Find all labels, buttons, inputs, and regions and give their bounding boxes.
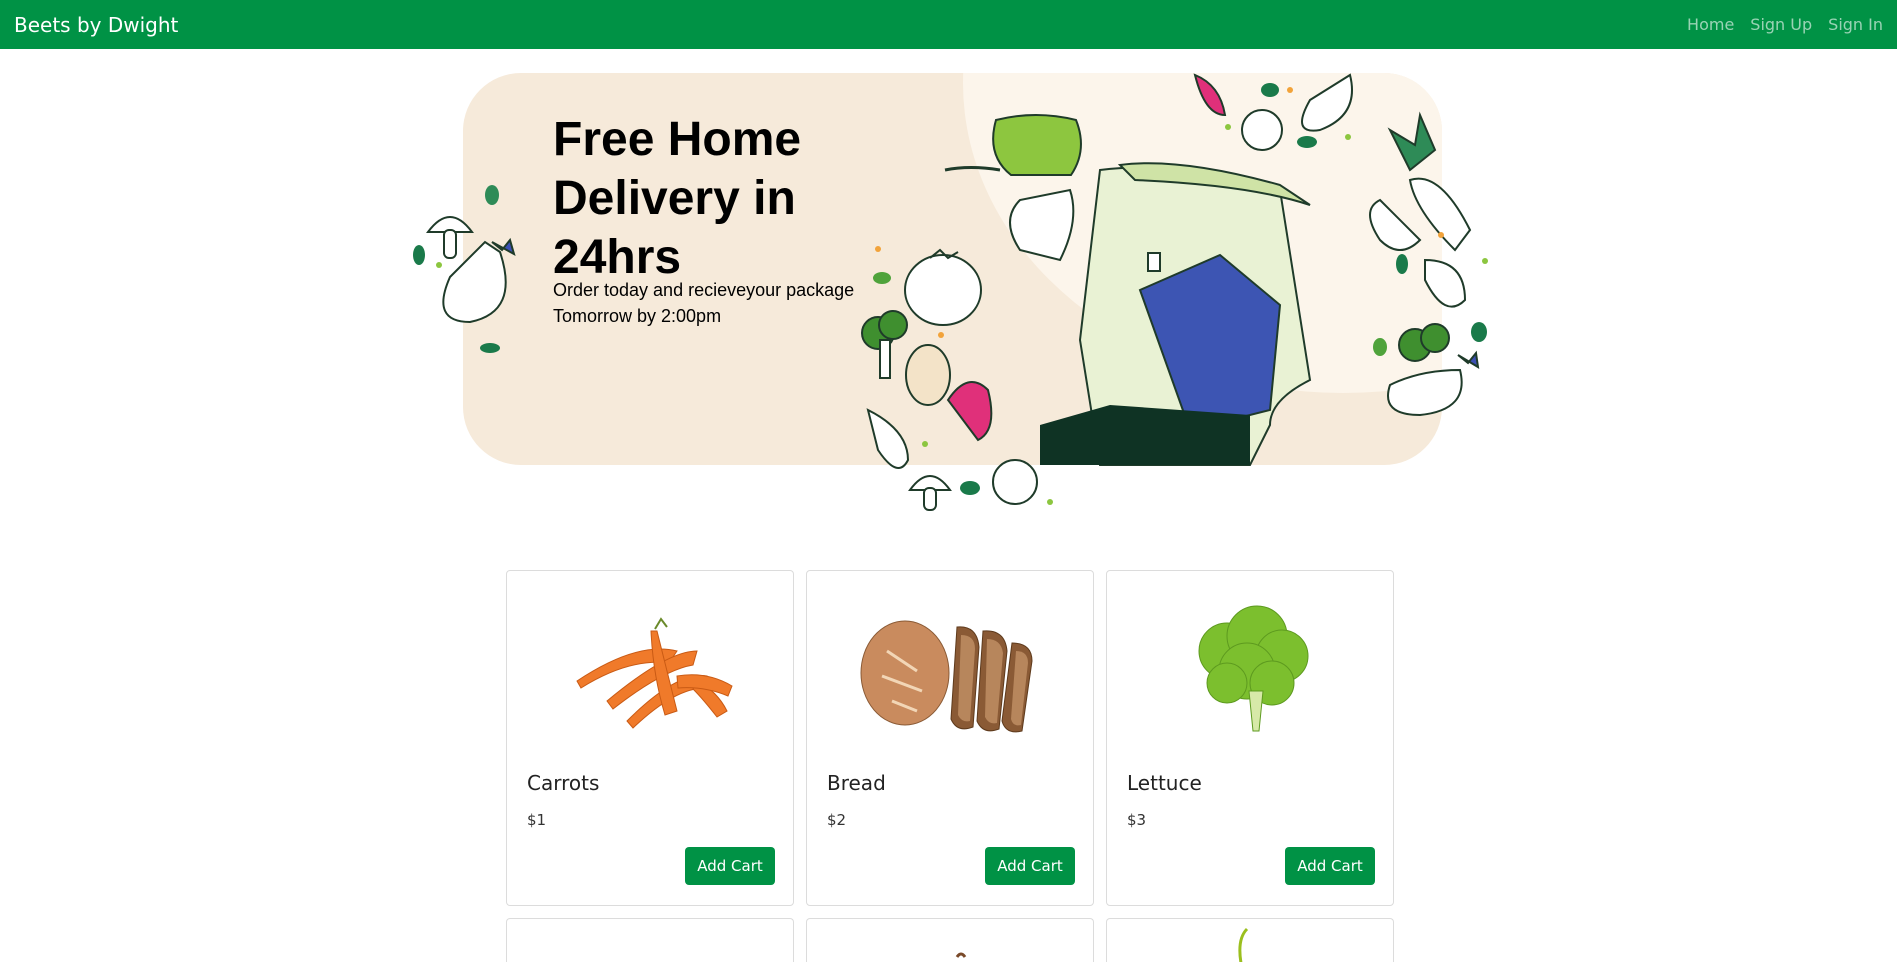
add-cart-button[interactable]: Add Cart — [1285, 847, 1375, 885]
nav-home-link[interactable]: Home — [1687, 15, 1734, 34]
add-cart-button[interactable]: Add Cart — [685, 847, 775, 885]
product-price: $2 — [827, 811, 847, 829]
carrots-image — [576, 617, 733, 729]
product-image-partial — [1238, 927, 1249, 962]
leaf-icon — [1471, 322, 1487, 342]
nav-links: Home Sign Up Sign In — [1687, 15, 1883, 34]
nav-signup-link[interactable]: Sign Up — [1750, 15, 1812, 34]
hero-bg-circle — [963, 73, 1442, 393]
brand-link[interactable]: Beets by Dwight — [14, 13, 178, 37]
lettuce-image — [1198, 605, 1309, 732]
product-name: Bread — [827, 771, 886, 795]
leaf-icon — [413, 245, 425, 265]
product-price: $3 — [1127, 811, 1147, 829]
product-card-partial — [806, 918, 1094, 962]
product-image-partial — [955, 952, 967, 958]
product-card: Lettuce $3 Add Cart — [1106, 570, 1394, 906]
product-card: Carrots $1 Add Cart — [506, 570, 794, 906]
product-card-partial — [506, 918, 794, 962]
product-card: Bread $2 Add Cart — [806, 570, 1094, 906]
product-name: Lettuce — [1127, 771, 1202, 795]
bread-image — [860, 620, 1033, 733]
nav-signin-link[interactable]: Sign In — [1828, 15, 1883, 34]
add-cart-button[interactable]: Add Cart — [985, 847, 1075, 885]
product-card-partial — [1106, 918, 1394, 962]
hero-title: Free Home Delivery in 24hrs — [553, 113, 802, 284]
hero-subtitle: Order today and recieveyour package Tomo… — [553, 280, 855, 326]
product-name: Carrots — [527, 771, 600, 795]
leaf-icon — [960, 481, 980, 495]
navbar: Beets by Dwight Home Sign Up Sign In — [0, 0, 1897, 49]
mushroom-icon — [908, 475, 952, 511]
product-price: $1 — [527, 811, 547, 829]
